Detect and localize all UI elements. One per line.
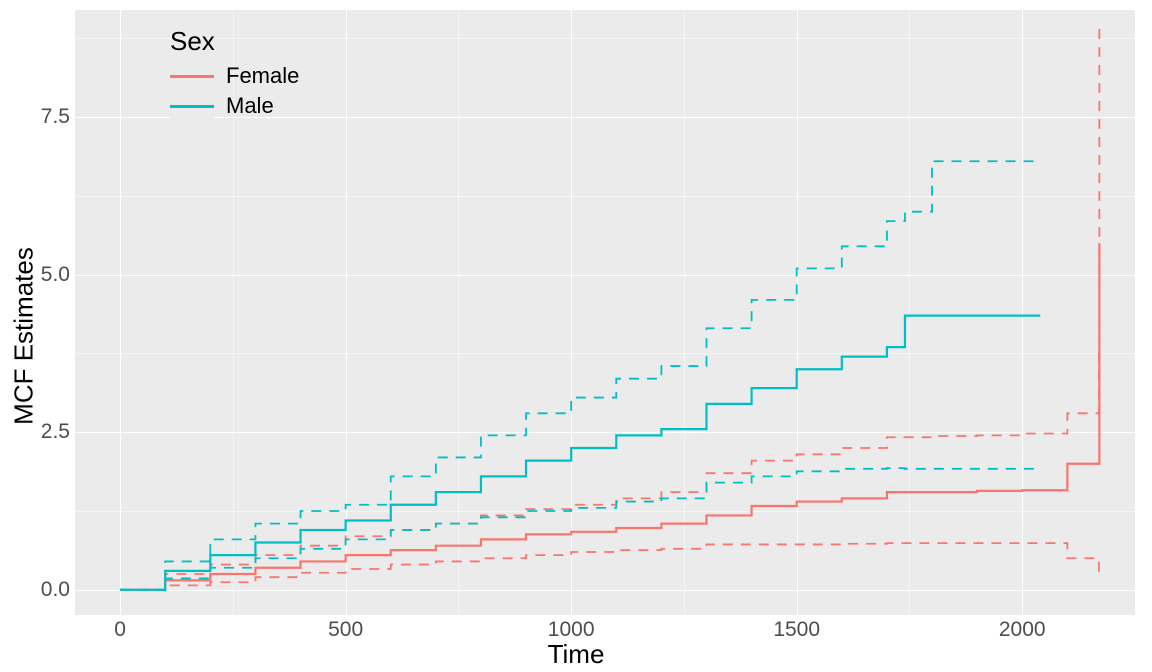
- x-tick: 1000: [548, 618, 595, 642]
- line-male-upper: [120, 161, 1040, 590]
- x-tick: 0: [114, 618, 126, 642]
- legend: Sex Female Male: [170, 26, 299, 119]
- y-tick: 5.0: [10, 263, 70, 287]
- y-tick: 2.5: [10, 420, 70, 444]
- y-tick: 7.5: [10, 105, 70, 129]
- x-tick: 1500: [773, 618, 820, 642]
- x-tick: 2000: [999, 618, 1046, 642]
- mcf-chart: Sex Female Male MCF Estimates Time 05001…: [0, 0, 1152, 672]
- legend-swatch-male: [170, 94, 214, 118]
- x-axis-title: Time: [548, 639, 605, 670]
- legend-label-male: Male: [226, 93, 274, 119]
- x-tick: 500: [328, 618, 363, 642]
- line-male-lower: [120, 468, 1040, 590]
- legend-label-female: Female: [226, 63, 299, 89]
- legend-item-female: Female: [170, 63, 299, 89]
- legend-swatch-female: [170, 64, 214, 88]
- line-female-estimate: [120, 243, 1099, 590]
- y-tick: 0.0: [10, 578, 70, 602]
- plot-panel: Sex Female Male: [75, 10, 1135, 615]
- line-male-estimate: [120, 316, 1040, 590]
- legend-title: Sex: [170, 26, 299, 57]
- line-female-lower: [120, 543, 1099, 590]
- legend-item-male: Male: [170, 93, 299, 119]
